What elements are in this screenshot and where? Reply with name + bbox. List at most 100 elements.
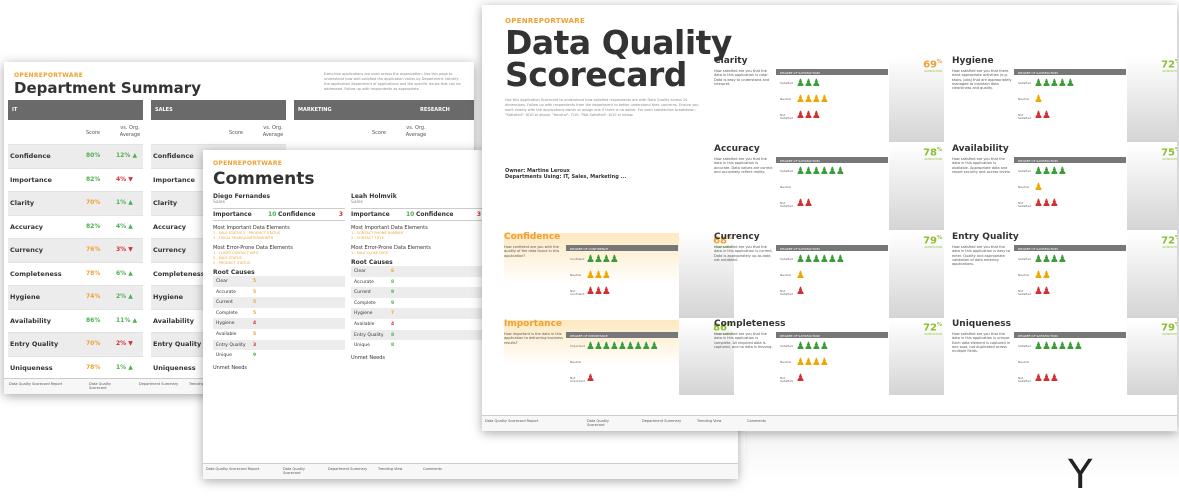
cause-value: 5 [253,289,257,295]
footer-tab[interactable]: Comments [747,419,787,423]
satisfaction-row: Not Satisfied ♟ [776,286,888,297]
department-column: IT Score vs. Org. Average Confidence 80% 12% … [8,100,143,379]
dimension-label: Currency [153,246,186,254]
footer-tab[interactable]: Trending View [697,419,737,423]
dimension-label: Hygiene [153,293,184,301]
dimension-label: Uniqueness [153,363,196,372]
department-header: MARKETING [294,100,429,120]
row-label: Satisfied [1018,344,1031,348]
confidence-value: 3 [476,211,481,218]
degree-header: DEGREE OF SATISFACTION [1014,332,1126,338]
person-icons: ♟♟♟ [586,286,611,297]
footer-tab[interactable]: Department Summary [139,382,179,386]
person-icons: ♟♟♟ [796,110,821,121]
unmet-heading: Unmet Needs [213,364,247,371]
table-row: Uniqueness 78% 1% ▲ [8,355,143,380]
dimension-label: Currency [10,246,43,254]
row-label: Not Satisfied [1018,113,1031,120]
department-rows: Confidence 80% 12% ▲ Importance 82% 4% ▼ Clari… [8,144,143,379]
footer-tab[interactable]: Comments [423,467,463,471]
dimension-question: How satisfied are you that there exist a… [952,69,1012,91]
satisfaction-row: Satisfied ♟♟♟♟ [776,341,888,352]
footer-tab[interactable]: Trending View [378,467,418,471]
footer-tab[interactable]: Department Summary [328,467,368,471]
dimension-name: Uniqueness [952,319,1011,329]
department-column: MARKETING Score vs. Org. Average [294,100,429,144]
person-name: Leah Holmvik [351,193,397,200]
degree-header: DEGREE OF SATISFACTION [776,157,888,163]
footer-tab[interactable]: Department Summary [642,419,682,423]
percent-score: 72% [1161,59,1177,70]
percent-value: 78 [923,147,937,159]
department-header: IT [8,100,143,120]
footer-tab[interactable]: Data Quality Scorecard Report [9,382,79,386]
cause-label: Accurate [216,289,236,295]
score-value: 86% [86,316,101,324]
percent-sign: % [936,59,942,65]
delta-value: 4% ▼ [116,175,133,183]
cause-value: 4 [253,321,257,327]
satisfaction-row: Neutral ♟ [1014,182,1126,193]
percent-score: 78% [923,147,942,158]
dimension-question: How satisfied are you that the data in t… [714,332,773,349]
person-icons: ♟♟♟♟♟♟ [796,166,845,177]
percent-score: 79% [1161,322,1177,333]
satisfaction-row: Neutral ♟ [776,270,888,281]
scorecard-entry-quality: Entry Quality How satisfied are you that … [952,233,1177,318]
cause-value: 5 [253,279,257,284]
satisfaction-label: SATISFACTION [924,246,942,249]
scorecard-hygiene: Hygiene How satisfied are you that there … [952,57,1177,142]
corner-glyph: Y [1068,452,1093,498]
footer-tab[interactable]: Data Quality Scorecard [587,419,627,427]
table-row: Clarity 70% 1% ▲ [8,191,143,215]
person-icons: ♟♟ [1034,270,1051,281]
score-value: 70% [86,340,101,347]
percent-score: 69% [923,59,942,70]
background-fade [745,432,1179,479]
cause-value: 9 [253,353,257,359]
row-label: Not Satisfied [780,289,793,296]
brand-label: OPENREPORTWARE [14,72,84,79]
person-dept: Sales [213,200,225,205]
delta-value: 3% ▼ [116,246,133,253]
percent-value: 79 [1161,322,1175,334]
row-label: Satisfied [1018,81,1031,85]
footer-tab[interactable]: Data Quality Scorecard Report [485,419,555,423]
satisfaction-row: Not Satisfied ♟ [776,373,888,384]
confidence-value: 3 [338,211,343,218]
percent-sign: % [1175,59,1177,65]
delta-value: 2% ▲ [116,293,133,300]
row-label: Neutral [1018,185,1030,189]
dimension-name: Currency [714,232,760,242]
cause-value: 6 [391,269,395,274]
table-row: Complete 5 [213,308,345,319]
department-header: RESEARCH [416,100,474,120]
dimension-question: How satisfied are you that the data in t… [714,157,773,174]
person-icons: ♟♟♟ [1034,198,1059,209]
table-row: Accuracy 82% 4% ▲ [8,214,143,239]
dimension-label: Clarity [153,199,178,207]
page-title: Department Summary [14,79,201,97]
satisfaction-row: Not Important ♟ [566,373,678,384]
satisfaction-row: Not Satisfied ♟♟♟ [776,110,888,121]
brand-label: OPENREPORTWARE [213,160,283,167]
row-label: Neutral [1018,360,1030,364]
cause-label: Entry Quality [354,332,384,338]
person-icons: ♟ [1034,182,1043,193]
percent-sign: % [1175,235,1177,241]
score-header: Score [229,130,244,136]
percent-sign: % [936,147,942,153]
satisfaction-row: Satisfied ♟♟♟♟♟♟ [1014,341,1126,352]
satisfaction-row: Neutral [566,358,678,368]
intro-text: Use this Application Scorecard to unders… [505,98,699,117]
departments-label: Departments Using: IT, Sales, Marketing … [505,174,627,180]
score-value: 82% [86,175,101,183]
footer-tab[interactable]: Data Quality Scorecard [283,467,323,475]
footer-tab[interactable]: Data Quality Scorecard Report [206,467,276,471]
footer-tab[interactable]: Data Quality Scorecard [89,382,129,390]
row-label: Satisfied [1018,257,1031,261]
table-row: Current 9 [351,287,483,298]
person-dept: Sales [351,200,363,205]
tab-bar: Data Quality Scorecard Report Data Qualit… [203,463,738,479]
person-icons: ♟♟♟♟♟♟♟♟♟ [586,341,659,352]
